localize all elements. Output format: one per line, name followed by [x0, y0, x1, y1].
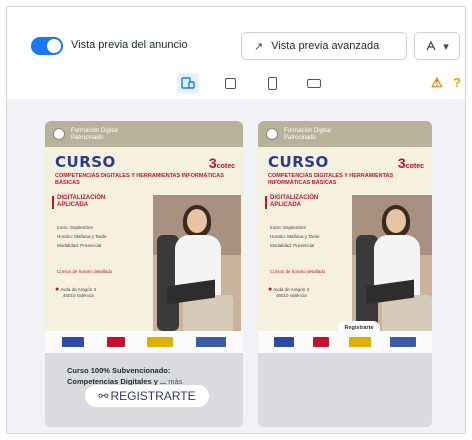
sponsor-logos — [45, 331, 243, 353]
story-preview-2[interactable]: Formación Digital Patrocinado CURSO 3cot… — [258, 121, 432, 427]
creative-subtitle: COMPETENCIAS DIGITALES Y HERRAMIENTAS IN… — [55, 173, 224, 186]
caption-line-1: Curso 100% Subvencionado: — [67, 366, 171, 375]
chevron-down-icon: ▾ — [443, 40, 449, 53]
creative-location: ● Avda de Aragón 3 46010 València — [55, 286, 96, 298]
gov-logo — [147, 337, 174, 347]
placement-feed-button[interactable] — [177, 73, 199, 93]
creative-photo — [352, 195, 432, 331]
ad-preview-panel: Vista previa del anuncio ↗ Vista previa … — [6, 6, 466, 434]
cotec-logo — [313, 337, 330, 347]
creative-link-text: Cursos de horario detallado — [270, 269, 326, 274]
link-icon: ⚯ — [98, 389, 109, 403]
sponsored-label: Patrocinado — [284, 135, 317, 141]
plan-logo — [195, 337, 226, 347]
sponsor-logos — [258, 331, 432, 353]
info-start: Inicio: Septiembre — [270, 225, 307, 230]
vertical-icon — [267, 76, 277, 90]
cotec-logo — [106, 337, 125, 347]
plan-logo — [390, 337, 417, 347]
warning-icon[interactable]: ⚠ — [431, 75, 443, 91]
creative-section: DIGITALIZACIÓN APLICADA — [265, 195, 342, 209]
info-mode: Modalidad: Presencial — [57, 243, 102, 248]
placement-square-button[interactable] — [219, 73, 241, 93]
preview-toolbar: Vista previa del anuncio ↗ Vista previa … — [7, 7, 465, 67]
creative-link-text: Cursos de horario detallado — [57, 269, 113, 274]
page-name: Formación Digital Patrocinado — [71, 128, 118, 142]
info-mode: Modalidad: Presencial — [270, 243, 315, 248]
expand-icon: ↗ — [254, 40, 264, 53]
info-schedule: Horario: Mañana y Tarde — [57, 234, 107, 239]
feed-placement-icon — [181, 77, 195, 89]
share-button[interactable]: ▾ — [414, 32, 460, 60]
eu-logo — [62, 337, 85, 347]
page-name: Formación Digital Patrocinado — [284, 128, 331, 142]
info-schedule: Horario: Mañana y Tarde — [270, 234, 320, 239]
gov-logo — [348, 337, 371, 347]
info-start: Inicio: Septiembre — [57, 225, 94, 230]
ad-preview-toggle[interactable] — [31, 37, 63, 55]
share-icon — [426, 40, 436, 51]
horizontal-icon — [307, 78, 321, 88]
creative-location: ● Avda de Aragón 3 46010 València — [268, 286, 309, 298]
story-header: Formación Digital Patrocinado — [45, 121, 243, 147]
brand-logo: 3cotec — [208, 155, 235, 171]
ad-creative: CURSO 3cotec COMPETENCIAS DIGITALES Y HE… — [258, 147, 432, 335]
avatar — [53, 128, 65, 140]
advanced-preview-button[interactable]: ↗ Vista previa avanzada — [241, 32, 407, 60]
creative-section: DIGITALIZACIÓN APLICADA — [52, 195, 137, 209]
story-preview-1[interactable]: Formación Digital Patrocinado CURSO 3cot… — [45, 121, 243, 427]
eu-logo — [273, 337, 294, 347]
placement-vertical-button[interactable] — [261, 73, 283, 93]
preview-canvas: Formación Digital Patrocinado CURSO 3cot… — [7, 99, 465, 433]
advanced-preview-label: Vista previa avanzada — [271, 40, 380, 52]
page-name-text: Formación Digital — [284, 128, 331, 134]
story-header: Formación Digital Patrocinado — [258, 121, 432, 147]
register-cta-button[interactable]: ⚯ REGISTRARTE — [85, 385, 209, 407]
creative-info: Inicio: Septiembre Horario: Mañana y Tar… — [270, 223, 348, 250]
pin-icon: ● — [268, 286, 273, 293]
toggle-knob — [47, 39, 61, 53]
pin-icon: ● — [55, 286, 60, 293]
creative-info: Inicio: Septiembre Horario: Mañana y Tar… — [57, 223, 149, 250]
creative-subtitle: COMPETENCIAS DIGITALES Y HERRAMIENTAS IN… — [268, 173, 394, 186]
ad-caption: Curso 100% Subvencionado: Competencias D… — [67, 365, 182, 387]
sponsored-label: Patrocinado — [71, 135, 104, 141]
placement-selector: ⚠ ? — [7, 69, 465, 97]
creative-title: CURSO — [55, 153, 116, 171]
creative-photo — [153, 195, 241, 331]
creative-title: CURSO — [268, 153, 329, 171]
placement-horizontal-button[interactable] — [303, 73, 325, 93]
brand-logo: 3cotec — [397, 155, 424, 171]
ad-preview-toggle-label: Vista previa del anuncio — [71, 39, 188, 51]
square-icon — [224, 77, 236, 89]
avatar — [266, 128, 278, 140]
ad-creative: CURSO 3cotec COMPETENCIAS DIGITALES Y HE… — [45, 147, 243, 331]
cta-label: REGISTRARTE — [110, 389, 196, 403]
info-indicator: ? — [453, 75, 461, 90]
page-name-text: Formación Digital — [71, 128, 118, 134]
